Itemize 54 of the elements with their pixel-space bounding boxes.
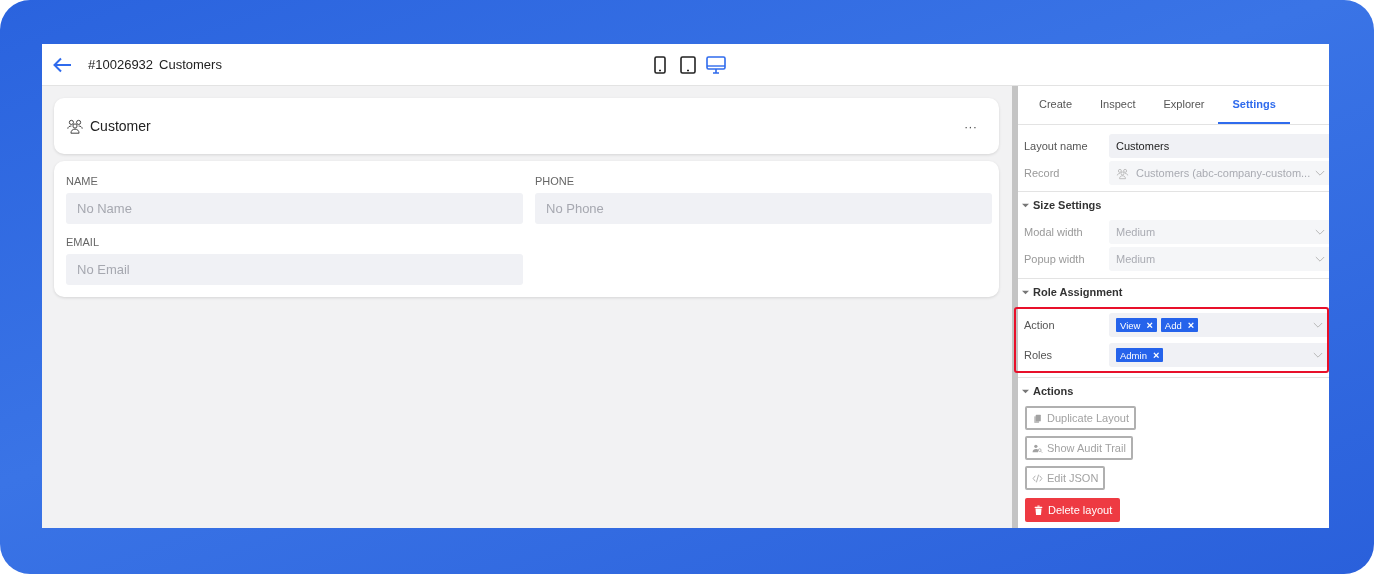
chevron-down-icon — [1313, 321, 1323, 329]
chevron-down-icon — [1313, 351, 1323, 359]
section-title: Size Settings — [1033, 199, 1102, 211]
page-title: Customers — [159, 57, 222, 72]
field-label: Modal width — [1024, 226, 1084, 238]
input-field[interactable]: Customers — [1109, 134, 1329, 158]
field-label: EMAIL — [66, 236, 100, 248]
action-button[interactable]: Show Audit Trail — [1025, 436, 1133, 460]
more-button[interactable]: ··· — [954, 118, 987, 134]
section-title: Actions — [1033, 385, 1074, 397]
remove-tag-button[interactable]: × — [1187, 319, 1195, 331]
tab[interactable]: Create — [1025, 86, 1087, 124]
field-label: Roles — [1024, 349, 1054, 361]
remove-tag-button[interactable]: × — [1146, 319, 1153, 331]
code-icon — [1032, 472, 1043, 484]
copy-icon — [1032, 412, 1043, 424]
input-field[interactable]: No Email — [66, 254, 523, 285]
multi-select-field[interactable]: View × Add × — [1109, 313, 1327, 337]
field-label: Action — [1024, 319, 1056, 331]
tablet-icon — [678, 55, 698, 75]
chevron-down-icon — [1315, 255, 1325, 263]
field-value: Customers — [1116, 140, 1170, 152]
chevron-down-icon — [1315, 169, 1325, 177]
device-toggle[interactable] — [677, 53, 699, 77]
tab[interactable]: Inspect — [1086, 86, 1150, 124]
card-title: Customer — [90, 118, 151, 134]
desktop-icon — [705, 55, 727, 75]
tag-chip[interactable]: View × — [1116, 318, 1157, 332]
multi-select-field[interactable]: Admin × — [1109, 343, 1327, 367]
field-label: Popup width — [1024, 253, 1086, 265]
action-button[interactable]: Edit JSON — [1025, 466, 1106, 490]
input-field[interactable]: No Name — [66, 193, 523, 224]
user-search-icon — [1032, 442, 1043, 454]
device-toggle[interactable] — [705, 53, 727, 77]
chevron-down-icon — [1315, 228, 1325, 236]
tab[interactable]: Explorer — [1149, 86, 1219, 124]
field-label: Layout name — [1024, 140, 1089, 152]
back-button[interactable] — [53, 56, 72, 73]
tag-chip[interactable]: Admin × — [1116, 348, 1164, 362]
delete-button[interactable]: Delete layout — [1025, 498, 1121, 522]
field-label: NAME — [66, 175, 99, 187]
section-title: Role Assignment — [1033, 286, 1123, 298]
people-icon — [66, 117, 84, 135]
record-id: #10026932 — [88, 57, 154, 72]
tab[interactable]: Settings — [1218, 86, 1290, 124]
input-field[interactable]: No Phone — [535, 193, 992, 224]
back-arrow-icon — [53, 56, 72, 73]
action-button[interactable]: Duplicate Layout — [1025, 406, 1136, 430]
people-icon — [1116, 166, 1129, 180]
remove-tag-button[interactable]: × — [1152, 349, 1160, 361]
field-label: Record — [1024, 167, 1061, 179]
tag-chip[interactable]: Add × — [1160, 318, 1199, 332]
trash-icon — [1033, 504, 1044, 516]
field-label: PHONE — [535, 175, 576, 187]
